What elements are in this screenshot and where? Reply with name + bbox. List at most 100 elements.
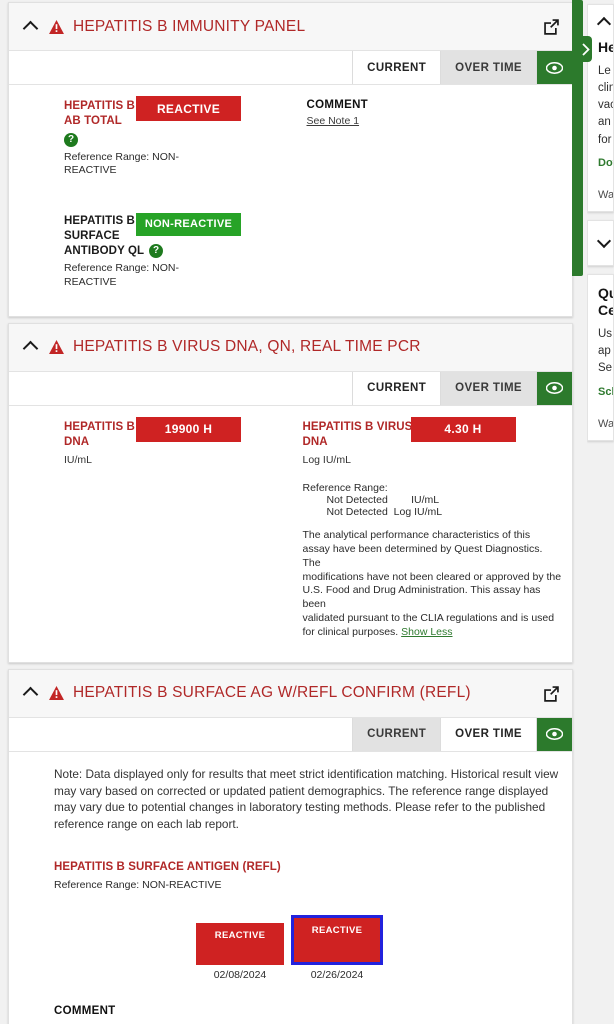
result-value-badge[interactable]: REACTIVE <box>136 96 241 121</box>
spacer-cell <box>291 214 563 290</box>
chart-bar-selected[interactable]: REACTIVE <box>291 914 383 965</box>
right-rail: He Le clin vac an for Dov Wa Qu Ce Us ap… <box>587 0 614 1024</box>
chart-bar[interactable]: REACTIVE <box>196 922 284 965</box>
reference-range: Reference Range: NON-REACTIVE <box>64 262 179 289</box>
panel-body: Note: Data displayed only for results th… <box>9 752 572 1024</box>
chevron-right-icon <box>581 42 590 56</box>
rail-card-link[interactable]: Dov <box>598 157 613 169</box>
panel-title: HEPATITIS B VIRUS DNA, QN, REAL TIME PCR <box>73 338 421 356</box>
view-tabs: CURRENT OVER TIME <box>9 371 572 406</box>
tab-over-time[interactable]: OVER TIME <box>440 717 536 751</box>
reference-range-row: Not Detected Log IU/mL <box>303 506 563 518</box>
result-row: HEPATITIS B CORE AB TOTAL ? Reference Ra… <box>19 96 563 178</box>
rail-line: an <box>598 116 611 129</box>
view-tabs: CURRENT OVER TIME <box>9 51 572 85</box>
comment-header: COMMENT <box>54 1004 116 1017</box>
rail-line: Se <box>598 362 613 375</box>
panel-title: HEPATITIS B IMMUNITY PANEL <box>73 17 306 35</box>
warning-triangle-icon <box>49 340 64 355</box>
rail-line: Us <box>598 327 613 340</box>
panel-header[interactable]: HEPATITIS B IMMUNITY PANEL <box>9 3 572 51</box>
rail-card-title: Qu Ce <box>598 284 613 319</box>
comment-cell: COMMENT See Note 1 <box>291 99 563 178</box>
tab-over-time[interactable]: OVER TIME <box>440 371 536 405</box>
view-tabs: CURRENT OVER TIME <box>9 717 572 752</box>
panel-hepatitis-b-immunity: HEPATITIS B IMMUNITY PANEL CURRENT OVER … <box>8 2 573 317</box>
rail-card-collapsed[interactable] <box>587 219 614 266</box>
rail-card-quest: Qu Ce Us ap Se Sch Wa <box>587 273 614 441</box>
result-value-badge[interactable]: NON-REACTIVE <box>136 212 241 236</box>
result-unit: IU/mL <box>64 454 93 467</box>
panel-title: HEPATITIS B SURFACE AG W/REFL CONFIRM (R… <box>73 684 471 702</box>
result-unit: Log IU/mL <box>302 454 351 467</box>
chart-bar-label: 02/26/2024 <box>310 968 364 981</box>
results-column: HEPATITIS B IMMUNITY PANEL CURRENT OVER … <box>8 0 573 1024</box>
assay-disclaimer: The analytical performance characteristi… <box>303 529 563 640</box>
chevron-down-icon[interactable] <box>598 235 612 249</box>
eye-icon <box>546 728 563 741</box>
result-cell-dna-log: HEPATITIS B VIRUS DNA Log IU/mL 4.30 H R… <box>291 416 563 640</box>
results-over-time-chart: REACTIVE 02/08/2024 REACTIVE 02/26/2024 <box>9 905 572 1005</box>
tab-current[interactable]: CURRENT <box>352 717 441 751</box>
panel-header[interactable]: HEPATITIS B SURFACE AG W/REFL CONFIRM (R… <box>9 669 572 718</box>
comment-header: COMMENT <box>306 99 369 111</box>
see-note-link[interactable]: See Note 1 <box>307 115 360 127</box>
rail-line: ap <box>598 345 611 357</box>
eye-toggle-button[interactable] <box>536 717 572 751</box>
result-value-badge[interactable]: 19900 H <box>136 416 241 442</box>
rail-line: clin <box>598 81 614 94</box>
result-row: HEPATITIS B VIRUS DNA IU/mL 19900 H HEPA… <box>19 416 563 640</box>
rail-card-education: He Le clin vac an for Dov Wa <box>587 4 614 212</box>
reference-range-row: Not Detected IU/mL <box>303 494 563 506</box>
tab-current[interactable]: CURRENT <box>352 51 441 84</box>
rr-value: Not Detected <box>326 494 388 507</box>
eye-toggle-button[interactable] <box>536 51 572 84</box>
rail-card-link[interactable]: Sch <box>598 386 613 398</box>
question-mark-icon[interactable]: ? <box>149 244 164 259</box>
reference-range-title: Reference Range: <box>302 482 388 495</box>
test-name-text: HEPATITIS B SURFACE ANTIBODY QL <box>64 214 145 258</box>
panel-hepatitis-b-surface-ag: HEPATITIS B SURFACE AG W/REFL CONFIRM (R… <box>8 668 573 1024</box>
lab-results-page: HEPATITIS B IMMUNITY PANEL CURRENT OVER … <box>0 0 614 1024</box>
panel-hepatitis-b-virus-dna: HEPATITIS B VIRUS DNA, QN, REAL TIME PCR… <box>8 322 573 663</box>
panel-header[interactable]: HEPATITIS B VIRUS DNA, QN, REAL TIME PCR <box>9 323 572 372</box>
eye-icon <box>546 382 563 395</box>
over-time-reference-range: Reference Range: NON-REACTIVE <box>54 878 222 891</box>
rail-card-footer: Wa <box>598 417 614 430</box>
chevron-up-icon[interactable] <box>23 19 39 35</box>
result-value-badge[interactable]: 4.30 H <box>410 416 516 442</box>
test-name: HEPATITIS B VIRUS DNA <box>302 420 413 448</box>
over-time-note: Note: Data displayed only for results th… <box>54 766 559 832</box>
eye-toggle-button[interactable] <box>536 371 572 405</box>
eye-icon <box>546 61 563 74</box>
over-time-test-name: HEPATITIS B SURFACE ANTIGEN (REFL) <box>54 860 281 873</box>
question-mark-icon[interactable]: ? <box>64 133 78 148</box>
external-link-icon[interactable] <box>543 685 560 702</box>
chevron-up-icon[interactable] <box>23 339 39 355</box>
rr-unit: Log IU/mL <box>393 506 443 519</box>
rail-card-body: Le clin vac an for <box>598 63 613 149</box>
rail-line: vac <box>598 99 613 111</box>
result-cell-surface-ab: HEPATITIS B SURFACE ANTIBODY QL? Referen… <box>19 212 291 290</box>
chart-bar-label: 02/08/2024 <box>213 968 267 981</box>
show-less-link[interactable]: Show Less <box>401 626 452 638</box>
rr-value: Not Detected <box>326 506 388 519</box>
rail-card-body: Us ap Se <box>598 326 613 378</box>
rr-unit: IU/mL <box>411 494 440 507</box>
panel-expand-knob[interactable] <box>578 36 592 62</box>
disclaimer-text: The analytical performance characteristi… <box>302 529 562 639</box>
panel-body: HEPATITIS B CORE AB TOTAL ? Reference Ra… <box>9 85 572 316</box>
chevron-up-icon[interactable] <box>598 15 612 29</box>
reference-range-block: Reference Range: Not Detected IU/mL Not … <box>303 482 563 518</box>
tab-current[interactable]: CURRENT <box>352 371 441 405</box>
rail-line: Le <box>598 64 611 77</box>
rail-line: for <box>598 133 612 146</box>
rail-card-title: He <box>598 39 613 55</box>
tab-over-time[interactable]: OVER TIME <box>440 51 536 84</box>
panel-body: HEPATITIS B VIRUS DNA IU/mL 19900 H HEPA… <box>9 406 572 662</box>
result-row: HEPATITIS B SURFACE ANTIBODY QL? Referen… <box>19 212 563 290</box>
result-cell-core-ab: HEPATITIS B CORE AB TOTAL ? Reference Ra… <box>19 96 291 178</box>
chevron-up-icon[interactable] <box>23 685 39 701</box>
reference-range: Reference Range: NON-REACTIVE <box>64 150 179 177</box>
external-link-icon[interactable] <box>543 18 560 35</box>
